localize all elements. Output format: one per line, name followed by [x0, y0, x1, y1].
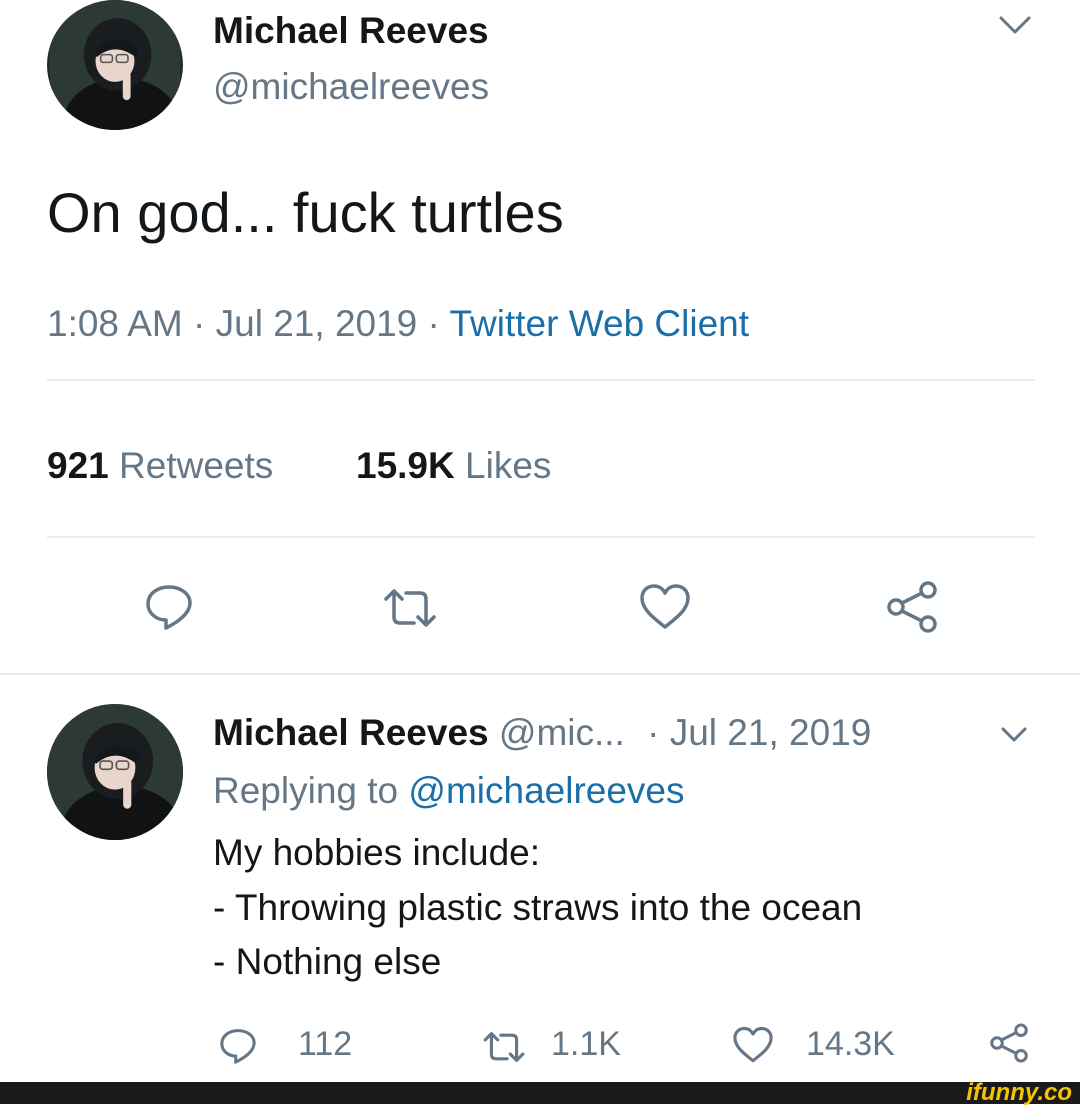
- tweet-meta: 1:08 AM · Jul 21, 2019 · Twitter Web Cli…: [47, 301, 749, 347]
- reply-icon[interactable]: [218, 1027, 258, 1065]
- meta-separator: ·: [427, 303, 440, 344]
- likes-stat[interactable]: 15.9K Likes: [356, 443, 551, 489]
- divider: [47, 536, 1035, 538]
- reply-icon[interactable]: [143, 583, 195, 631]
- reply-header: Michael Reeves @mic... · Jul 21, 2019: [213, 710, 871, 756]
- divider: [47, 379, 1035, 381]
- author-handle[interactable]: @michaelreeves: [213, 64, 489, 110]
- replying-to-label: Replying to: [213, 770, 399, 811]
- tweet-client[interactable]: Twitter Web Client: [450, 303, 750, 344]
- like-icon[interactable]: [731, 1026, 775, 1064]
- replying-to: Replying to @michaelreeves: [213, 768, 685, 814]
- share-icon[interactable]: [988, 1022, 1030, 1064]
- like-count: 14.3K: [806, 1025, 895, 1063]
- reply-date[interactable]: · Jul 21, 2019: [647, 712, 871, 753]
- reply-author-avatar[interactable]: [47, 704, 183, 840]
- reply-count: 112: [298, 1025, 353, 1063]
- chevron-down-icon[interactable]: [1000, 726, 1028, 744]
- meta-separator: ·: [193, 303, 206, 344]
- reply-author-name[interactable]: Michael Reeves: [213, 712, 489, 753]
- reply-text-line: - Nothing else: [213, 941, 442, 982]
- author-name[interactable]: Michael Reeves: [213, 8, 489, 54]
- divider: [0, 673, 1080, 675]
- reply-author-handle[interactable]: @mic...: [499, 712, 625, 753]
- tweet-date[interactable]: Jul 21, 2019: [216, 303, 418, 344]
- watermark-text: ifunny.co: [966, 1079, 1072, 1106]
- retweet-icon[interactable]: [482, 1030, 526, 1064]
- likes-count: 15.9K: [356, 445, 455, 486]
- retweets-stat[interactable]: 921 Retweets: [47, 443, 273, 489]
- retweets-count: 921: [47, 445, 109, 486]
- retweet-icon[interactable]: [382, 587, 438, 629]
- avatar-photo: [47, 704, 183, 840]
- watermark-bar: [0, 1082, 1080, 1104]
- likes-label: Likes: [465, 445, 552, 486]
- tweet-text: On god... fuck turtles: [47, 181, 564, 244]
- retweet-count: 1.1K: [551, 1025, 621, 1063]
- share-icon[interactable]: [884, 580, 940, 634]
- author-avatar[interactable]: [47, 0, 183, 130]
- reply-text-line: - Throwing plastic straws into the ocean: [213, 887, 863, 928]
- chevron-down-icon[interactable]: [998, 14, 1032, 36]
- retweets-label: Retweets: [119, 445, 274, 486]
- reply-text-line: My hobbies include:: [213, 832, 541, 873]
- avatar-photo: [50, 0, 180, 130]
- tweet-time: 1:08 AM: [47, 303, 183, 344]
- like-icon[interactable]: [637, 583, 693, 631]
- replying-to-handle[interactable]: @michaelreeves: [408, 770, 684, 811]
